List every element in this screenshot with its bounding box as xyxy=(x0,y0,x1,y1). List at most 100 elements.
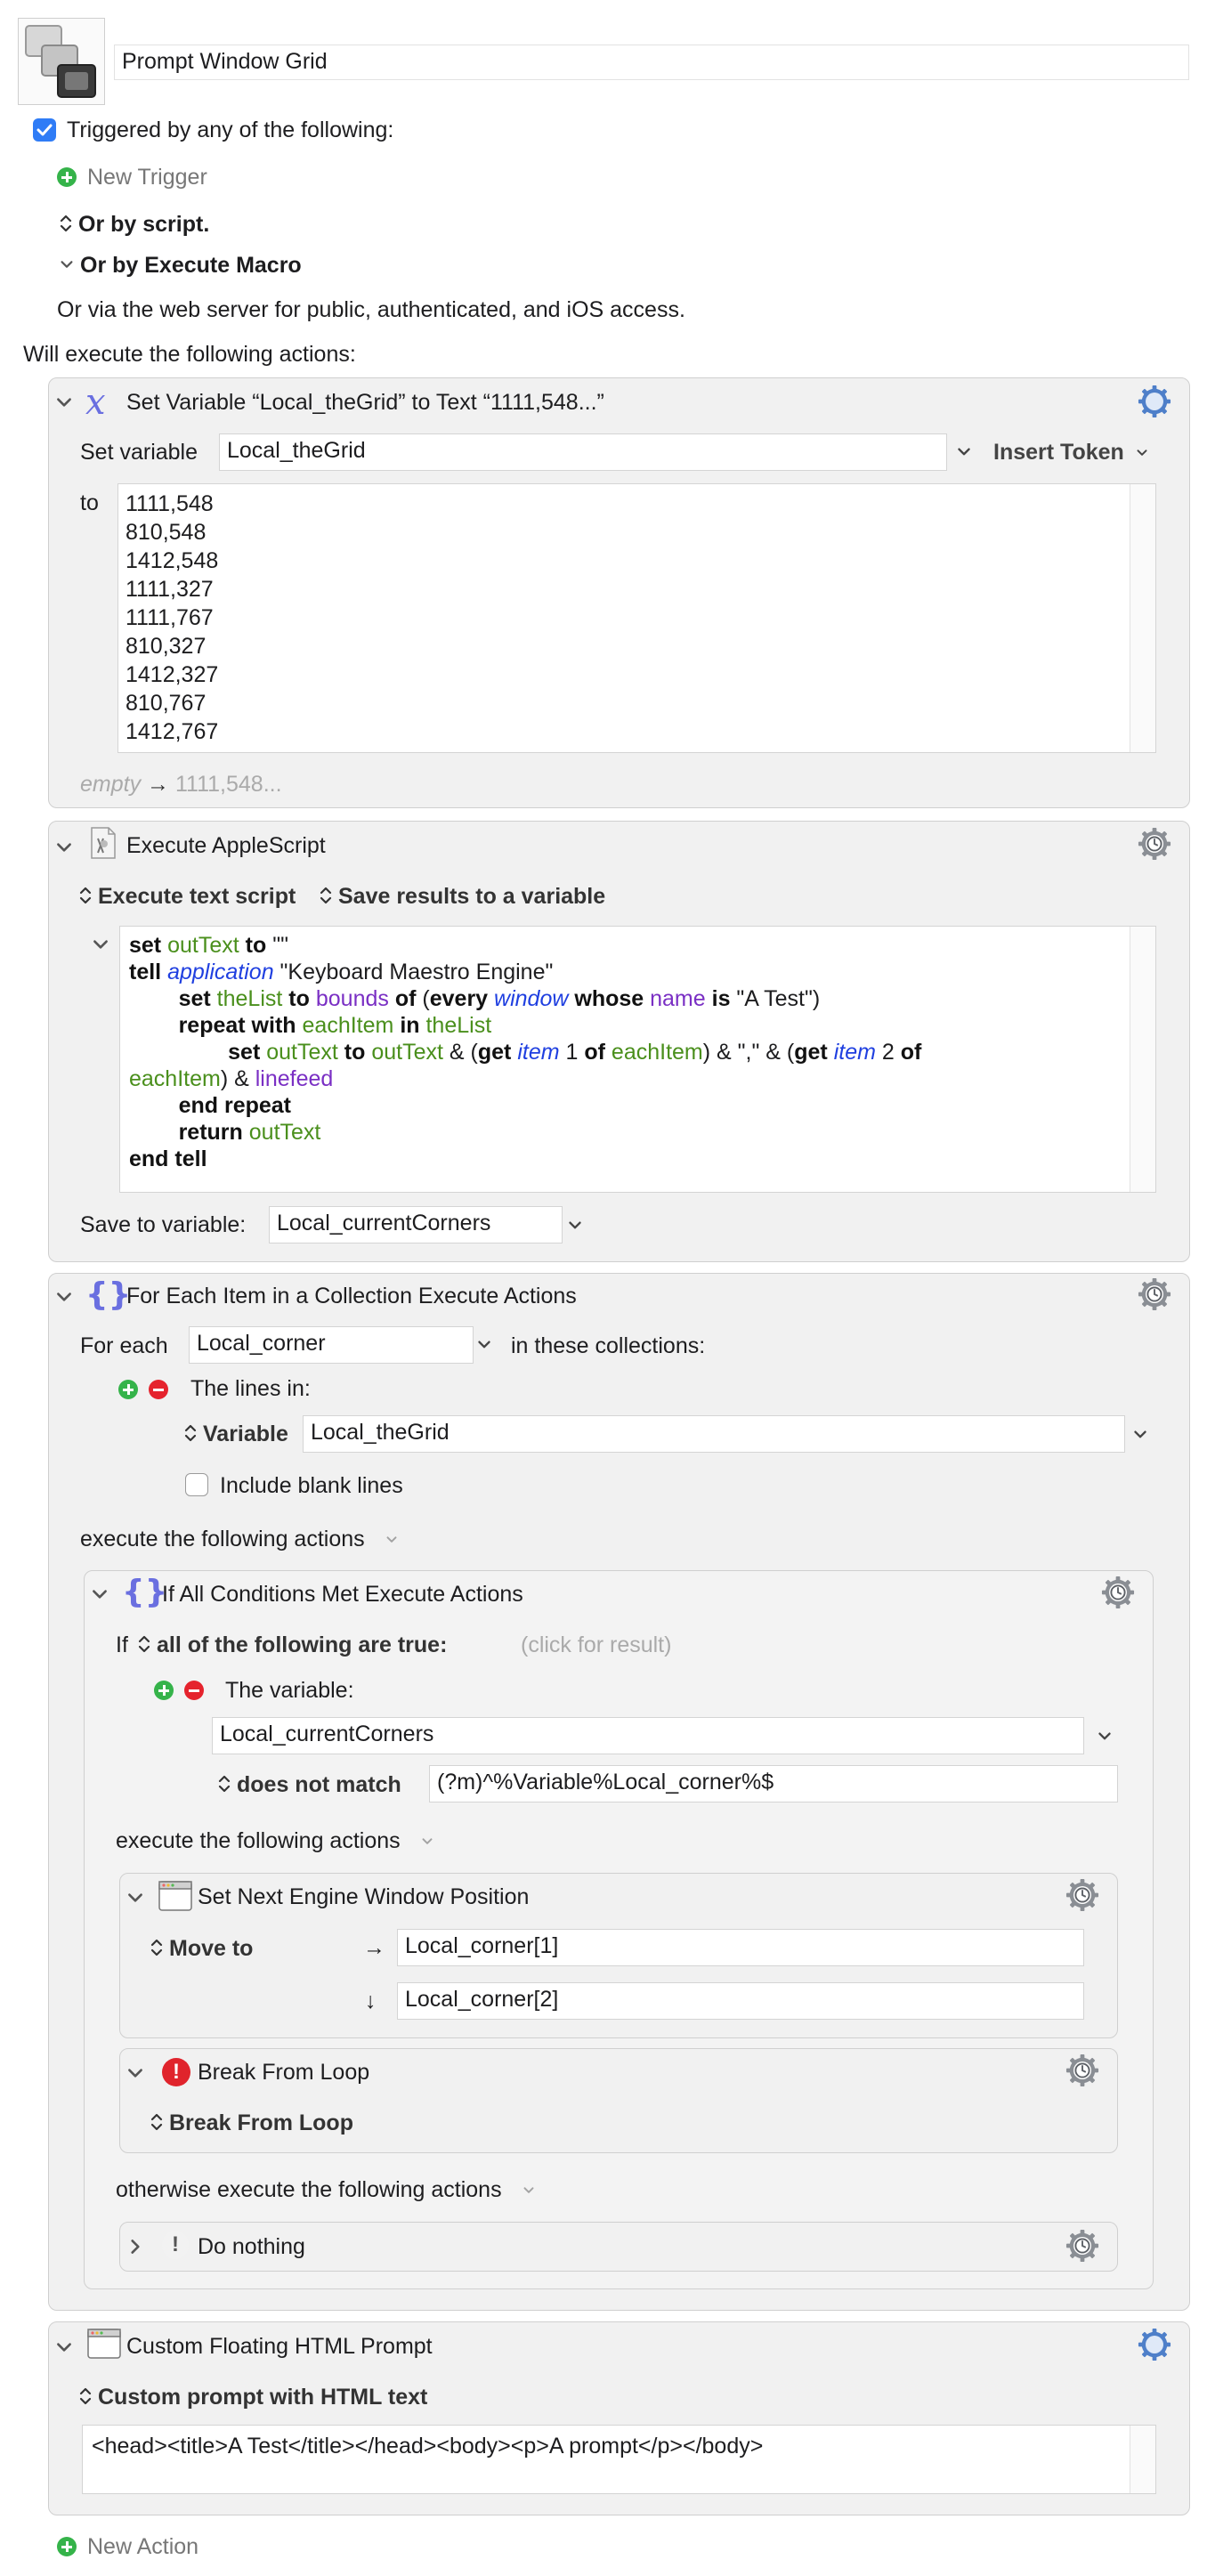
do-nothing-title: Do nothing xyxy=(198,2234,305,2259)
collection-variable-text: Local_theGrid xyxy=(311,1420,450,1445)
collapse-chevron-icon[interactable] xyxy=(54,393,74,412)
preview-empty: empty xyxy=(80,772,142,797)
match-value-field[interactable]: (?m)^%Variable%Local_corner%$ xyxy=(429,1765,1118,1802)
collection-type-label: Variable xyxy=(203,1422,288,1446)
new-action-label: New Action xyxy=(87,2534,199,2559)
text-line: 1412,767 xyxy=(126,719,219,744)
save-to-variable-text: Local_currentCorners xyxy=(277,1211,491,1235)
remove-collection-button[interactable] xyxy=(149,1380,168,1399)
if-all-title: If All Conditions Met Execute Actions xyxy=(162,1582,523,1607)
if-execute-following-text: execute the following actions xyxy=(116,1828,401,1853)
text-line: 810,327 xyxy=(126,634,207,659)
variable-name-text: Local_theGrid xyxy=(227,438,366,463)
variable-dropdown-chevron-icon[interactable] xyxy=(1095,1727,1114,1746)
collapse-chevron-icon[interactable] xyxy=(90,1584,109,1604)
text-line: 1412,548 xyxy=(126,548,219,573)
match-value-text: (?m)^%Variable%Local_corner%$ xyxy=(437,1770,774,1794)
applescript-title: Execute AppleScript xyxy=(126,833,326,858)
if-label: If xyxy=(116,1632,128,1657)
scrollbar[interactable] xyxy=(1130,927,1155,1192)
condition-mode-popup[interactable]: all of the following are true: xyxy=(137,1632,447,1658)
variable-dropdown-chevron-icon[interactable] xyxy=(565,1216,585,1235)
macro-icon[interactable] xyxy=(18,18,105,105)
if-execute-following-label: execute the following actions xyxy=(116,1827,435,1854)
lines-in-label: The lines in: xyxy=(190,1376,311,1401)
or-by-execute-macro-toggle[interactable]: Or by Execute Macro xyxy=(59,252,302,279)
save-to-variable-field[interactable]: Local_currentCorners xyxy=(269,1206,563,1243)
text-line: 810,548 xyxy=(126,520,207,545)
scrollbar[interactable] xyxy=(1130,2426,1155,2493)
will-execute-label: Will execute the following actions: xyxy=(23,342,356,367)
or-by-execute-macro-label: Or by Execute Macro xyxy=(80,253,302,278)
expand-chevron-icon[interactable] xyxy=(126,2237,145,2256)
break-loop-mode-label: Break From Loop xyxy=(169,2110,353,2135)
chevron-down-icon[interactable] xyxy=(384,1532,400,1548)
remove-condition-button[interactable] xyxy=(184,1681,204,1700)
include-blank-lines-label: Include blank lines xyxy=(220,1473,403,1498)
save-results-label: Save results to a variable xyxy=(338,884,606,909)
gear-icon[interactable] xyxy=(1138,385,1171,418)
script-mode-label: Execute text script xyxy=(98,884,296,909)
text-line: 1111,548 xyxy=(126,491,214,516)
gear-icon[interactable] xyxy=(1065,2054,1099,2087)
script-collapse-chevron-icon[interactable] xyxy=(91,935,110,954)
preview-line: empty → 1111,548... xyxy=(80,771,282,798)
gear-icon[interactable] xyxy=(1065,2229,1099,2263)
to-label: to xyxy=(80,490,99,515)
chevron-down-icon[interactable] xyxy=(521,2183,537,2199)
set-variable-label: Set variable xyxy=(80,440,198,465)
collection-type-popup[interactable]: Variable xyxy=(183,1421,288,1447)
gear-icon[interactable] xyxy=(1138,1277,1171,1311)
set-variable-title: Set Variable “Local_theGrid” to Text “11… xyxy=(126,390,604,415)
prompt-mode-popup[interactable]: Custom prompt with HTML text xyxy=(78,2384,427,2410)
move-to-popup[interactable]: Move to xyxy=(150,1935,253,1962)
gear-icon[interactable] xyxy=(1101,1576,1135,1609)
collapse-chevron-icon[interactable] xyxy=(126,1888,145,1908)
variable-dropdown-chevron-icon[interactable] xyxy=(1130,1425,1150,1445)
condition-variable-field[interactable]: Local_currentCorners xyxy=(212,1717,1084,1754)
html-prompt-title: Custom Floating HTML Prompt xyxy=(126,2334,433,2359)
insert-token-label: Insert Token xyxy=(993,440,1124,465)
variable-name-field[interactable]: Local_theGrid xyxy=(219,433,947,471)
text-line: 1111,327 xyxy=(126,577,214,602)
or-by-script-toggle[interactable]: Or by script. xyxy=(59,211,209,238)
add-condition-button[interactable] xyxy=(154,1681,174,1700)
text-value-area[interactable]: 1111,548 810,548 1412,548 1111,327 1111,… xyxy=(117,483,1156,753)
move-to-label: Move to xyxy=(169,1936,254,1961)
html-text-area[interactable]: <head><title>A Test</title></head><body>… xyxy=(82,2425,1156,2494)
add-icon xyxy=(57,167,77,187)
triggered-checkbox[interactable] xyxy=(33,118,56,142)
match-operator-popup[interactable]: does not match xyxy=(217,1771,401,1798)
y-position-field[interactable]: Local_corner[2] xyxy=(397,1982,1084,2020)
text-line: 810,767 xyxy=(126,691,207,716)
collapse-chevron-icon[interactable] xyxy=(54,838,74,857)
gear-icon[interactable] xyxy=(1065,1878,1099,1912)
collapse-chevron-icon[interactable] xyxy=(54,1287,74,1307)
collapse-chevron-icon[interactable] xyxy=(54,2337,74,2357)
braces-icon: {} xyxy=(85,1276,132,1313)
collapse-chevron-icon[interactable] xyxy=(126,2063,145,2083)
insert-token-button[interactable]: Insert Token xyxy=(993,439,1150,466)
variable-dropdown-chevron-icon[interactable] xyxy=(474,1335,494,1355)
otherwise-text: otherwise execute the following actions xyxy=(116,2177,502,2202)
macro-name-field[interactable]: Prompt Window Grid xyxy=(114,45,1189,80)
chevron-down-icon[interactable] xyxy=(419,1834,435,1850)
x-position-field[interactable]: Local_corner[1] xyxy=(397,1929,1084,1966)
collection-variable-field[interactable]: Local_theGrid xyxy=(303,1415,1125,1453)
updown-chevron-icon xyxy=(183,1422,198,1444)
gear-icon[interactable] xyxy=(1138,827,1171,861)
triggered-label: Triggered by any of the following: xyxy=(67,117,394,142)
script-mode-popup[interactable]: Execute text script xyxy=(78,883,296,910)
variable-dropdown-chevron-icon[interactable] xyxy=(954,442,974,462)
scrollbar[interactable] xyxy=(1130,484,1155,752)
add-collection-button[interactable] xyxy=(118,1380,138,1399)
for-each-variable-field[interactable]: Local_corner xyxy=(189,1326,474,1364)
save-results-popup[interactable]: Save results to a variable xyxy=(319,883,605,910)
click-for-result[interactable]: (click for result) xyxy=(521,1632,671,1658)
updown-chevron-icon xyxy=(150,1937,164,1958)
gear-icon[interactable] xyxy=(1138,2328,1171,2361)
script-editor[interactable]: set outText to "" tell application "Keyb… xyxy=(119,926,1156,1193)
break-loop-mode-popup[interactable]: Break From Loop xyxy=(150,2110,353,2136)
include-blank-lines-checkbox[interactable] xyxy=(185,1473,208,1496)
script-code: set outText to "" tell application "Keyb… xyxy=(129,933,922,1171)
